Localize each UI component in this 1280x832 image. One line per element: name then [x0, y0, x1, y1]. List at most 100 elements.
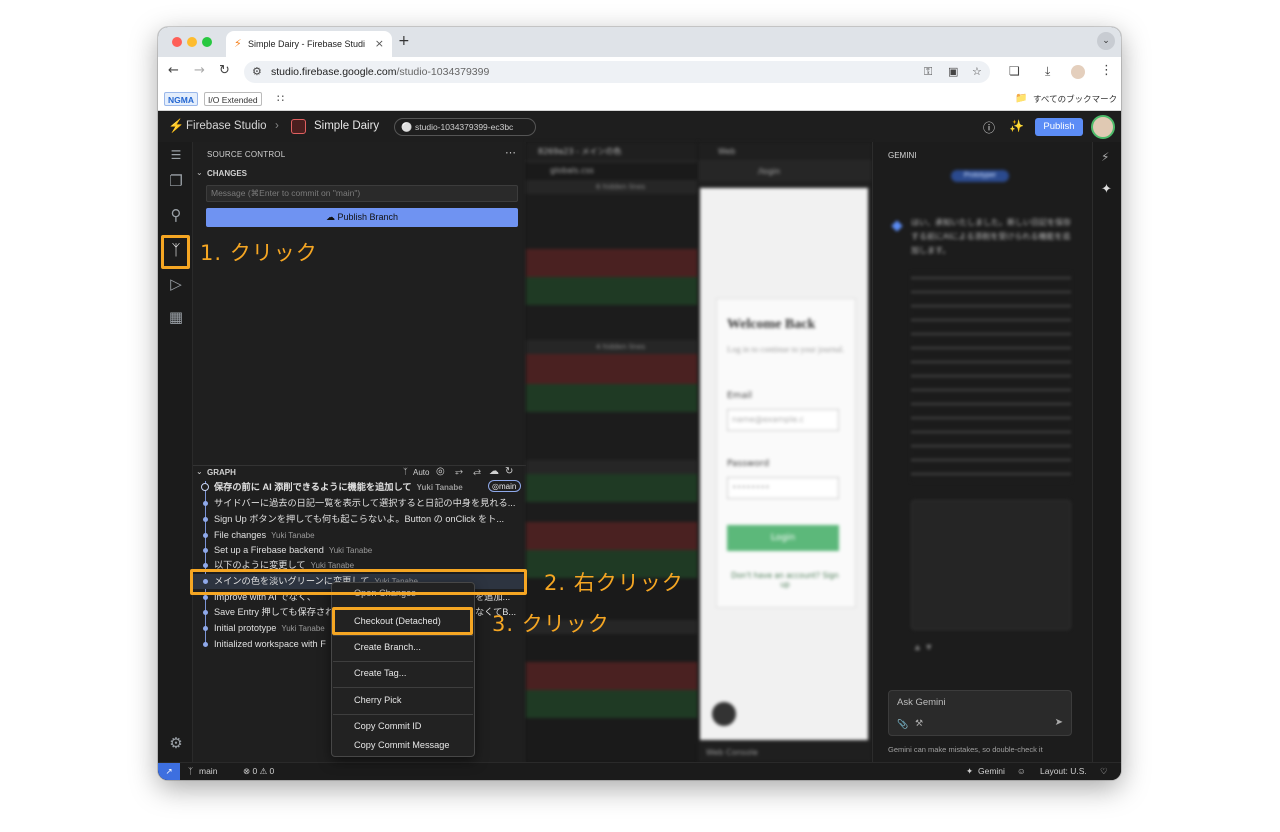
commit-message: Save Entry 押しても保存され	[214, 607, 335, 617]
commit-row[interactable]: Set up a Firebase backend Yuki Tanabe	[193, 543, 526, 558]
commit-row[interactable]: File changes Yuki Tanabe	[193, 528, 526, 543]
close-window-button[interactable]	[172, 37, 182, 47]
workspace-icon: ⚪	[401, 122, 413, 132]
pull-icon[interactable]: ⥄	[473, 466, 481, 477]
browser-menu-icon[interactable]: ⋮	[1100, 64, 1113, 78]
user-avatar[interactable]	[1091, 115, 1115, 139]
star-icon[interactable]: ☆	[972, 65, 982, 78]
preview-url[interactable]: /login	[698, 163, 872, 181]
added-lines	[526, 690, 698, 718]
new-tab-button[interactable]: +	[398, 33, 410, 49]
browser-tab[interactable]: ⚡ Simple Dairy - Firebase Studi ×	[226, 31, 392, 57]
publish-button[interactable]: Publish	[1035, 118, 1083, 136]
branch-filter-icon[interactable]: ᛉ	[403, 467, 408, 476]
explorer-icon[interactable]: ❐	[165, 170, 187, 192]
ask-gemini-box[interactable]: Ask Gemini 📎 ⚒ ➤	[888, 690, 1072, 736]
status-bar: ↗ ᛉ main ⊗ 0 ⚠ 0 ✦ Gemini ☺ Layout: U.S.…	[158, 762, 1121, 780]
cast-icon[interactable]: ▣	[948, 65, 958, 78]
gemini-sparkle-icon[interactable]: ✦	[1101, 182, 1112, 197]
graph-auto-label[interactable]: Auto	[413, 468, 429, 477]
login-card: Welcome Back Log in to continue to your …	[716, 298, 856, 608]
profile-avatar[interactable]	[1071, 65, 1085, 79]
commit-message-input[interactable]: Message (⌘Enter to commit on "main")	[206, 185, 518, 202]
commit-message: Initial prototype	[214, 623, 277, 633]
changes-header[interactable]: CHANGES	[207, 169, 247, 178]
all-bookmarks[interactable]: すべてのブックマーク	[1030, 92, 1120, 106]
target-icon: ◎	[492, 482, 499, 491]
apps-grid-icon[interactable]: ∷	[274, 92, 287, 106]
project-icon	[291, 119, 306, 134]
target-icon[interactable]: ◎	[436, 466, 445, 477]
more-actions-icon[interactable]: ⋯	[505, 146, 516, 159]
code-lines	[526, 502, 698, 522]
commit-dot	[203, 610, 208, 615]
extensions-icon[interactable]: ▦	[165, 306, 187, 328]
site-info-icon[interactable]: ⚙	[252, 65, 262, 78]
status-problems[interactable]: ⊗ 0 ⚠ 0	[243, 766, 274, 777]
password-input[interactable]: ••••••••	[727, 477, 839, 499]
forward-icon[interactable]: →	[194, 64, 205, 78]
status-branch[interactable]: main	[199, 766, 217, 776]
run-debug-icon[interactable]: ▷	[165, 273, 187, 295]
dev-tools-icon[interactable]	[712, 702, 736, 726]
close-tab-icon[interactable]: ×	[375, 37, 384, 50]
firebase-icon[interactable]: ⚡	[1101, 150, 1109, 164]
remote-icon[interactable]: ↗	[158, 763, 180, 780]
attach-icon[interactable]: 📎	[897, 719, 908, 730]
push-cloud-icon[interactable]: ☁	[489, 466, 499, 477]
menu-create-tag[interactable]: Create Tag...	[354, 668, 406, 678]
changes-card[interactable]	[911, 500, 1071, 630]
login-button[interactable]: Login	[727, 525, 839, 551]
menu-create-branch[interactable]: Create Branch...	[354, 642, 421, 652]
maximize-window-button[interactable]	[202, 37, 212, 47]
graph-header[interactable]: ⌄ GRAPH ᛉ Auto ◎ ⥅ ⥄ ☁ ↻	[193, 465, 526, 479]
download-icon[interactable]: ⤓	[1045, 64, 1050, 78]
tab-search-icon[interactable]: ⌄	[1097, 32, 1115, 50]
workspace-pill[interactable]: ⚪ studio-1034379399-ec3bc	[394, 118, 536, 136]
commit-row[interactable]: Sign Up ボタンを押しても何も起こらないよ。Button の onClic…	[193, 512, 526, 527]
commit-row[interactable]: サイドバーに過去の日記一覧を表示して選択すると日記の中身を見れる...	[193, 496, 526, 511]
email-input[interactable]: name@example.c	[727, 409, 839, 431]
web-console[interactable]: Web Console	[698, 744, 872, 762]
commit-author: Yuki Tanabe	[281, 624, 325, 633]
status-gemini[interactable]: Gemini	[978, 766, 1005, 776]
hidden-lines-bar[interactable]: 6 hidden lines	[526, 180, 698, 194]
commit-row[interactable]: 保存の前に AI 添削できるように機能を追加して Yuki Tanabe ◎mai…	[193, 480, 526, 495]
hidden-lines-bar[interactable]: 4 hidden lines	[526, 340, 698, 354]
fetch-icon[interactable]: ⥅	[455, 466, 463, 477]
tab-title: Simple Dairy - Firebase Studi	[248, 39, 366, 49]
chevron-down-icon[interactable]: ⌄	[196, 168, 203, 177]
key-icon[interactable]: ⚿	[924, 65, 932, 79]
status-layout[interactable]: Layout: U.S.	[1040, 766, 1087, 776]
bookmark-io-extended[interactable]: I/O Extended	[204, 92, 262, 106]
hidden-lines-bar[interactable]	[526, 460, 698, 474]
preview-page: Welcome Back Log in to continue to your …	[700, 188, 868, 740]
settings-gear-icon[interactable]: ⚙	[165, 732, 187, 754]
thumbs-icons[interactable]: ▲ ▼	[913, 642, 933, 652]
help-icon[interactable]: ⓘ	[983, 119, 995, 136]
account-icon[interactable]: ☺	[1017, 766, 1026, 776]
extensions-icon[interactable]: ❏	[1009, 64, 1020, 78]
ask-gemini-input[interactable]: Ask Gemini	[897, 697, 946, 708]
search-icon[interactable]: ⚲	[165, 204, 187, 226]
send-icon[interactable]: ➤	[1055, 717, 1063, 728]
project-name[interactable]: Simple Dairy	[314, 120, 379, 132]
minimize-window-button[interactable]	[187, 37, 197, 47]
bookmark-ngma[interactable]: NGMA	[164, 92, 198, 106]
menu-copy-commit-id[interactable]: Copy Commit ID	[354, 721, 421, 731]
reload-icon[interactable]: ↻	[219, 64, 230, 78]
refresh-icon[interactable]: ↻	[505, 466, 513, 477]
publish-branch-button[interactable]: ☁ Publish Branch	[206, 208, 518, 227]
magic-wand-icon[interactable]: ✨	[1009, 119, 1024, 133]
editor-tab[interactable]: 8269a23 - メインの色	[526, 142, 698, 162]
tools-icon[interactable]: ⚒	[915, 718, 923, 729]
signup-link[interactable]: Don't have an account? Sign up	[729, 571, 841, 589]
bell-icon[interactable]: ♡	[1100, 766, 1108, 777]
menu-cherry-pick[interactable]: Cherry Pick	[354, 695, 401, 705]
back-icon[interactable]: ←	[168, 64, 179, 78]
menu-icon[interactable]: ☰	[165, 144, 187, 166]
preview-tab[interactable]: Web	[698, 142, 872, 162]
address-bar[interactable]: ⚙ studio.firebase.google.com/studio-1034…	[244, 61, 990, 83]
product-name[interactable]: Firebase Studio	[186, 120, 267, 132]
menu-copy-commit-message[interactable]: Copy Commit Message	[354, 740, 449, 750]
